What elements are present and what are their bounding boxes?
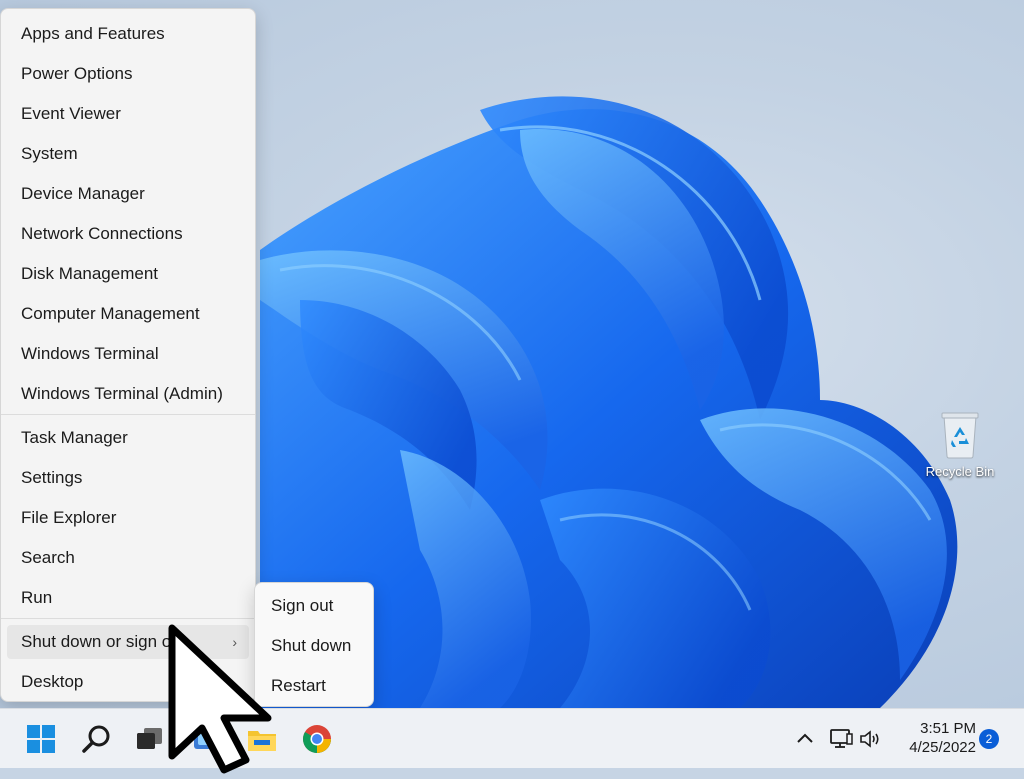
power-user-menu: Apps and Features Power Options Event Vi… (0, 8, 256, 702)
menu-item-search[interactable]: Search (7, 541, 249, 575)
menu-separator (1, 414, 255, 415)
menu-item-network-connections[interactable]: Network Connections (7, 217, 249, 251)
menu-item-event-viewer[interactable]: Event Viewer (7, 97, 249, 131)
clock-time: 3:51 PM (920, 720, 976, 737)
chrome-icon[interactable] (301, 723, 333, 755)
clock[interactable]: 3:51 PM 4/25/2022 (882, 719, 976, 757)
menu-item-task-manager[interactable]: Task Manager (7, 421, 249, 455)
menu-item-apps-and-features[interactable]: Apps and Features (7, 17, 249, 51)
menu-item-file-explorer[interactable]: File Explorer (7, 501, 249, 535)
clock-date: 4/25/2022 (909, 739, 976, 756)
menu-item-run[interactable]: Run (7, 581, 249, 615)
notification-badge[interactable]: 2 (979, 729, 999, 749)
menu-item-computer-management[interactable]: Computer Management (7, 297, 249, 331)
menu-item-disk-management[interactable]: Disk Management (7, 257, 249, 291)
recycle-bin-label: Recycle Bin (925, 464, 995, 479)
recycle-bin-icon (939, 410, 981, 460)
chevron-up-icon[interactable] (793, 727, 817, 751)
search-icon[interactable] (81, 723, 113, 755)
task-view-icon[interactable] (134, 723, 166, 755)
windows-start-icon[interactable] (25, 723, 57, 755)
menu-separator (1, 618, 255, 619)
menu-item-device-manager[interactable]: Device Manager (7, 177, 249, 211)
menu-item-windows-terminal-admin[interactable]: Windows Terminal (Admin) (7, 377, 249, 411)
network-icon[interactable] (828, 726, 854, 752)
menu-item-system[interactable]: System (7, 137, 249, 171)
menu-item-settings[interactable]: Settings (7, 461, 249, 495)
volume-icon[interactable] (858, 726, 884, 752)
menu-item-windows-terminal[interactable]: Windows Terminal (7, 337, 249, 371)
mouse-pointer-icon (168, 624, 278, 779)
taskbar: 3:51 PM 4/25/2022 2 (0, 708, 1024, 768)
menu-item-label: Shut down or sign out (21, 632, 186, 651)
recycle-bin-shortcut[interactable]: Recycle Bin (918, 410, 1002, 479)
menu-item-power-options[interactable]: Power Options (7, 57, 249, 91)
submenu-item-sign-out[interactable]: Sign out (261, 589, 367, 623)
